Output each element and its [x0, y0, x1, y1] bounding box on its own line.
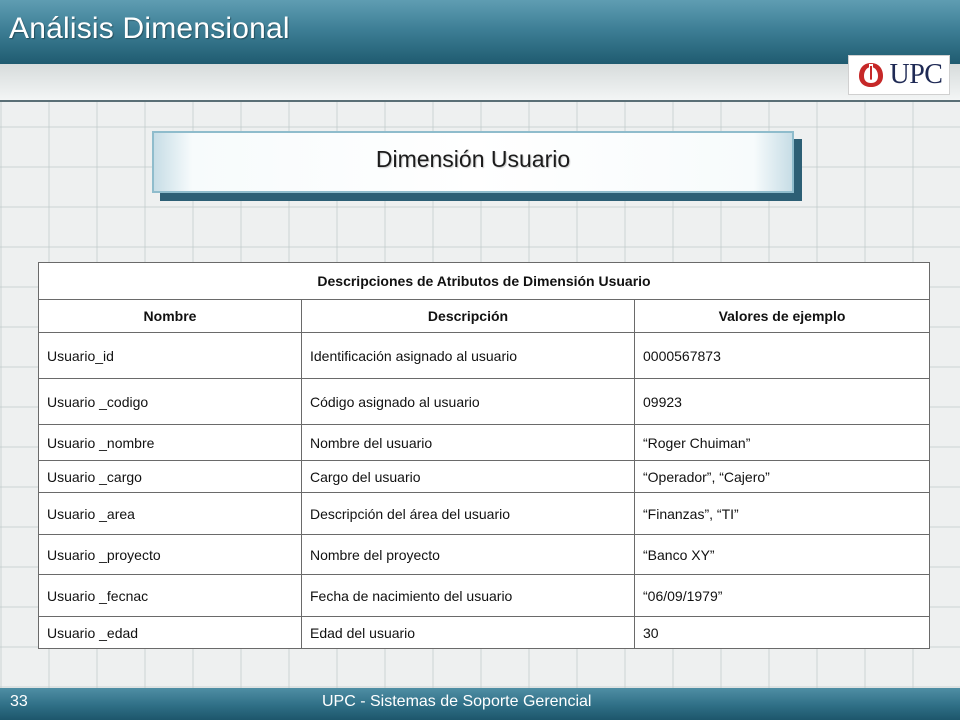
column-header-valores: Valores de ejemplo	[634, 299, 930, 333]
table-row: Usuario _cargo Cargo del usuario “Operad…	[38, 460, 930, 493]
section-title-box: Dimensión Usuario	[152, 131, 802, 201]
attributes-table: Descripciones de Atributos de Dimensión …	[38, 262, 930, 649]
table-row: Usuario _proyecto Nombre del proyecto “B…	[38, 534, 930, 575]
table-row: Usuario_id Identificación asignado al us…	[38, 332, 930, 379]
table-row: Usuario _edad Edad del usuario 30	[38, 616, 930, 649]
slide-title: Análisis Dimensional	[9, 12, 290, 45]
upc-logo: UPC	[848, 55, 950, 95]
table-row: Usuario _fecnac Fecha de nacimiento del …	[38, 574, 930, 617]
table-row: Usuario _area Descripción del área del u…	[38, 492, 930, 535]
table-row: Usuario _codigo Código asignado al usuar…	[38, 378, 930, 425]
footer-text: UPC - Sistemas de Soporte Gerencial	[322, 693, 592, 710]
section-title: Dimensión Usuario	[375, 145, 571, 172]
logo-strip	[0, 64, 960, 102]
column-header-descripcion: Descripción	[301, 299, 635, 333]
table-caption: Descripciones de Atributos de Dimensión …	[38, 262, 930, 300]
table-row: Usuario _nombre Nombre del usuario “Roge…	[38, 424, 930, 461]
column-header-nombre: Nombre	[38, 299, 302, 333]
upc-logo-icon	[858, 63, 883, 87]
logo-text: UPC	[889, 59, 943, 90]
page-number: 33	[10, 693, 28, 710]
